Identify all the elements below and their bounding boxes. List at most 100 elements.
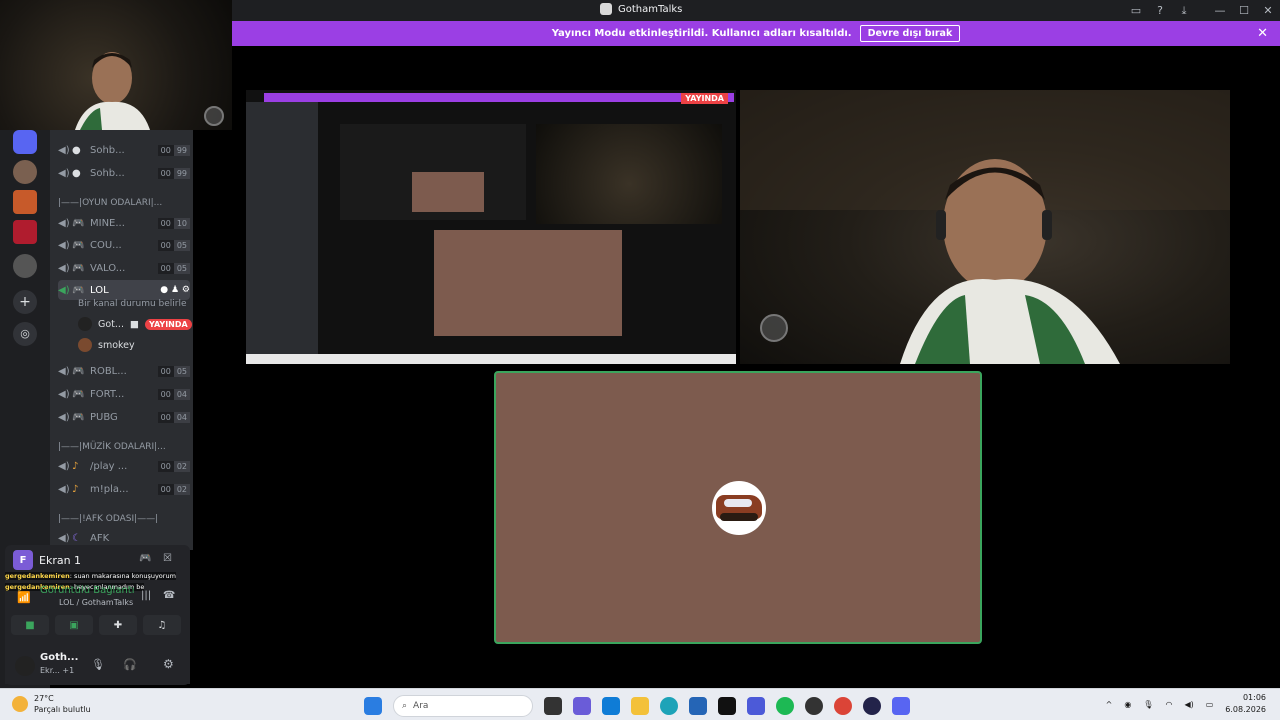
user-count: 00 (157, 262, 174, 274)
server-item[interactable] (13, 190, 37, 214)
voice-channel[interactable]: ◀) 🎮 FORT... 00 04 (58, 384, 190, 404)
voice-channel[interactable]: ◀) 🎮 VALO... 00 05 (58, 258, 190, 278)
user-limit: 04 (173, 411, 190, 423)
voice-channel[interactable]: ◀) ♪ m!pla... 00 02 (58, 479, 190, 499)
voice-channel[interactable]: ◀) 🎮 ROBL... 00 05 (58, 361, 190, 381)
gamepad-settings-icon[interactable]: 🎮 (139, 553, 151, 564)
user-name[interactable]: Goth... (40, 652, 78, 663)
weather-widget[interactable]: 27°C Parçalı bulutlu (12, 693, 91, 715)
activities-button[interactable]: ✚ (99, 615, 137, 635)
user-limit: 05 (173, 239, 190, 251)
battery-icon[interactable]: ▭ (1206, 700, 1214, 709)
microphone-tray-icon[interactable]: 🎙 (1143, 700, 1153, 709)
server-item[interactable] (13, 220, 37, 244)
channel-name: Sohb... (90, 144, 125, 156)
inbox-icon[interactable]: ▭ (1124, 4, 1148, 17)
user-avatar[interactable] (15, 656, 35, 676)
voice-channel[interactable]: ◀) ● Sohb... 00 99 (58, 163, 190, 183)
camera-button[interactable]: ■ (11, 615, 49, 635)
webcam-tile[interactable] (740, 90, 1230, 364)
user-limit: 02 (173, 460, 190, 472)
edge-icon[interactable] (660, 697, 678, 715)
category-games[interactable]: |——|OYUN ODALARI|... (58, 198, 190, 208)
category-afk[interactable]: |——|!AFK ODASI|——| (58, 514, 190, 524)
explore-icon[interactable]: ◎ (13, 322, 37, 346)
server-item[interactable] (13, 130, 37, 154)
soundboard-button[interactable]: ♫ (143, 615, 181, 635)
user-limit: 05 (173, 262, 190, 274)
server-item[interactable] (13, 160, 37, 184)
voice-channel-active[interactable]: ◀) 🎮 LOL ● ♟ ⚙ (58, 280, 190, 300)
voice-connected-status[interactable]: Görüntülü Bağlantı (40, 585, 135, 596)
voice-channel[interactable]: ◀) 🎮 COU... 00 05 (58, 235, 190, 255)
add-server-icon[interactable]: + (13, 290, 37, 314)
app-icon[interactable] (689, 697, 707, 715)
voice-channel[interactable]: ◀) ● Sohb... 00 99 (58, 140, 190, 160)
user-count: 00 (157, 483, 174, 495)
user-limit: 05 (173, 365, 190, 377)
server-icon (600, 3, 612, 15)
help-icon[interactable]: ? (1148, 4, 1172, 17)
start-icon[interactable] (364, 697, 382, 715)
nested-screen (340, 124, 526, 220)
channel-name: VALO... (90, 262, 126, 274)
screen-share-button[interactable]: ▣ (55, 615, 93, 635)
disconnect-icon[interactable]: ☎ (163, 590, 175, 601)
channel-actions-icon[interactable]: ● ♟ ⚙ (160, 285, 190, 295)
download-icon[interactable]: ⤓ (1172, 4, 1196, 18)
microphone-icon[interactable]: 🎙 (91, 658, 105, 671)
stop-stream-icon[interactable]: ☒ (163, 553, 172, 564)
maximize-icon[interactable]: ☐ (1232, 4, 1256, 17)
voice-channel-path[interactable]: LOL / GothamTalks (59, 598, 133, 607)
disable-button[interactable]: Devre dışı bırak (859, 25, 961, 42)
close-icon[interactable]: ✕ (1256, 4, 1280, 17)
screen-share-tile[interactable]: YAYINDA (246, 90, 736, 364)
app-icon[interactable] (747, 697, 765, 715)
channel-status-hint[interactable]: Bir kanal durumu belirle (78, 299, 187, 309)
file-explorer-icon[interactable] (631, 697, 649, 715)
chat-text: : suan makarasına konuşuyorum (69, 572, 176, 580)
app-icon[interactable] (805, 697, 823, 715)
nested-webcam (536, 124, 722, 224)
temperature: 27°C (34, 694, 54, 703)
wifi-icon[interactable]: ◠ (1165, 700, 1172, 709)
user-count: 00 (157, 144, 174, 156)
user-limit: 10 (173, 217, 190, 229)
channel-name: MINE... (90, 217, 125, 229)
voice-channel[interactable]: ◀) ♪ /play ... 00 02 (58, 456, 190, 476)
discord-icon[interactable] (892, 697, 910, 715)
clock[interactable]: 01:06 6.08.2026 (1225, 692, 1266, 716)
taskbar-search[interactable]: ⌕ Ara (393, 695, 533, 717)
speaker-icon: ◀) (58, 262, 70, 274)
app-icon[interactable] (863, 697, 881, 715)
server-item[interactable] (13, 254, 37, 278)
window-controls: ▭ ? ⤓ — ☐ ✕ (1124, 0, 1280, 21)
network-icon[interactable]: ◉ (1124, 700, 1131, 709)
category-music[interactable]: |——|MÜZİK ODALARI|... (58, 442, 190, 452)
user-count: 00 (157, 239, 174, 251)
user-count: 00 (157, 217, 174, 229)
task-view-icon[interactable] (544, 697, 562, 715)
voice-member[interactable]: smokey (78, 338, 135, 352)
x-icon[interactable] (718, 697, 736, 715)
noise-suppression-icon[interactable]: ||| (141, 590, 151, 601)
voice-member[interactable]: Got... ■ YAYINDA (78, 317, 192, 331)
copilot-icon[interactable] (573, 697, 591, 715)
avatar-tile[interactable] (494, 371, 982, 644)
headphones-icon[interactable]: 🎧 (123, 658, 137, 671)
chrome-icon[interactable] (834, 697, 852, 715)
voice-channel[interactable]: ◀) 🎮 PUBG 00 04 (58, 407, 190, 427)
banner-close-icon[interactable]: ✕ (1257, 26, 1268, 41)
speaker-icon: ◀) (58, 532, 70, 544)
settings-icon[interactable]: ⚙ (163, 657, 174, 671)
voice-channel[interactable]: ◀) 🎮 MINE... 00 10 (58, 213, 190, 233)
member-name: smokey (98, 339, 135, 351)
spotify-icon[interactable] (776, 697, 794, 715)
store-icon[interactable] (602, 697, 620, 715)
channel-name: COU... (90, 239, 122, 251)
volume-icon[interactable]: ◀) (1184, 700, 1193, 709)
user-count: 00 (157, 460, 174, 472)
chevron-up-icon[interactable]: ^ (1106, 700, 1113, 709)
chat-icon: ● (72, 144, 81, 156)
minimize-icon[interactable]: — (1208, 4, 1232, 17)
